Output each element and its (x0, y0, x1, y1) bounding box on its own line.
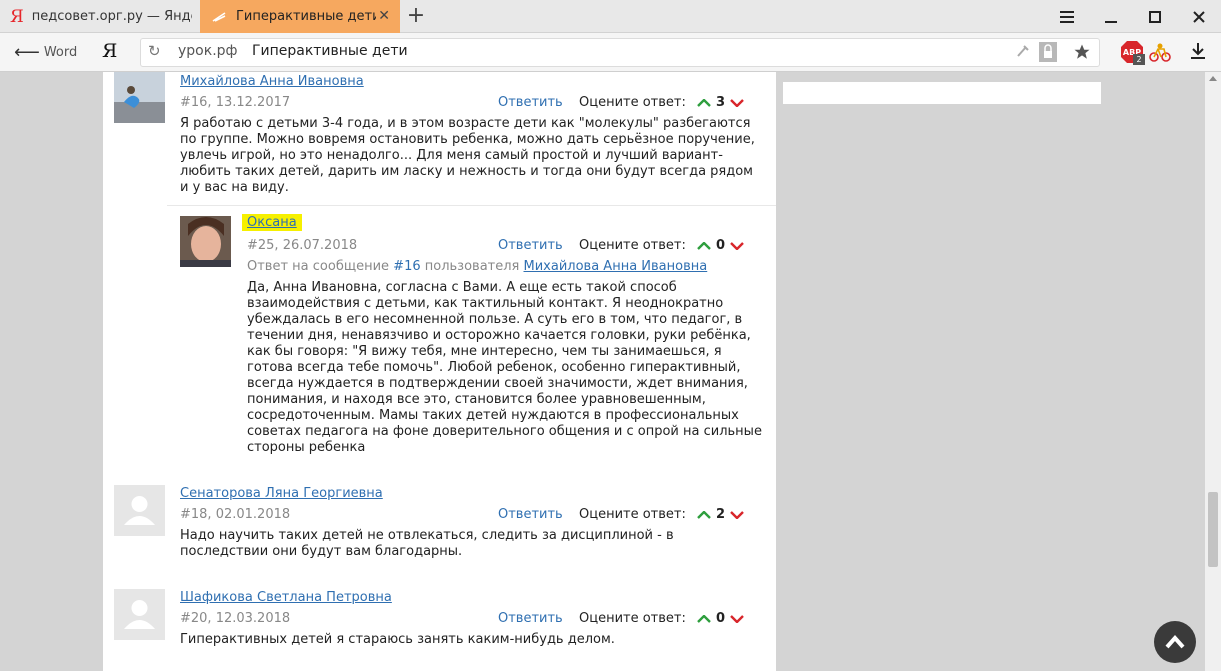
reply-button[interactable]: Ответить (498, 95, 563, 110)
yandex-favicon-icon: Я (10, 6, 24, 27)
user-placeholder-icon (124, 600, 155, 629)
comment-author-link[interactable]: Сенаторова Ляна Георгиевна (180, 486, 383, 501)
tab-label: Гиперактивные дети (236, 9, 376, 24)
comment-author-link[interactable]: Михайлова Анна Ивановна (180, 74, 364, 89)
vote-score: 2 (716, 507, 726, 522)
minimize-icon[interactable] (1089, 0, 1133, 33)
comment-text: Гиперактивных детей я стараюсь занять ка… (180, 632, 615, 647)
vote-score: 0 (716, 238, 726, 253)
scrollbar-thumb[interactable] (1208, 492, 1218, 567)
comment-text: Надо научить таких детей не отвлекаться,… (180, 528, 674, 559)
reply-button[interactable]: Ответить (498, 238, 563, 253)
vote-score: 3 (716, 95, 726, 110)
vote-widget: 3 (697, 95, 744, 110)
comment-text: Да, Анна Ивановна, согласна с Вами. А ещ… (247, 280, 762, 455)
reply-prefix: Ответ на сообщение (247, 259, 394, 274)
maximize-icon[interactable] (1133, 0, 1177, 33)
close-tab-icon[interactable]: ✕ (378, 8, 390, 24)
url-domain: урок.рф (178, 43, 238, 59)
tab-active[interactable]: Гиперактивные дети ✕ (200, 0, 400, 33)
broom-icon[interactable] (1016, 44, 1030, 58)
vote-widget: 0 (697, 611, 744, 626)
vote-widget: 0 (697, 238, 744, 253)
site-favicon-icon (212, 11, 226, 22)
reply-context: Ответ на сообщение #16 пользователя Миха… (247, 259, 707, 274)
tab-pedsovet[interactable]: Я педсовет.орг.ру — Яндекс (0, 0, 198, 33)
avatar[interactable] (114, 589, 165, 640)
author-highlight: Оксана (242, 214, 302, 231)
vote-score: 0 (716, 611, 726, 626)
vote-up-icon[interactable] (697, 614, 711, 623)
reply-button[interactable]: Ответить (498, 507, 563, 522)
comment-author-link[interactable]: Оксана (242, 214, 302, 231)
comment-author-link[interactable]: Шафикова Светлана Петровна (180, 590, 392, 605)
vote-up-icon[interactable] (697, 241, 711, 250)
back-arrow-icon: ⟵ (14, 42, 40, 63)
divider (167, 205, 776, 206)
scroll-up-icon[interactable] (1209, 76, 1217, 81)
yandex-logo[interactable]: Я (102, 40, 117, 62)
page-content: Михайлова Анна Ивановна #16, 13.12.2017 … (0, 72, 1205, 671)
comment-text: Я работаю с детьми 3-4 года, и в этом во… (180, 116, 755, 195)
comment-meta: #20, 12.03.2018 (180, 611, 291, 626)
lock-icon[interactable] (1039, 42, 1057, 62)
rate-label: Оцените ответ: (579, 611, 686, 626)
back-button[interactable]: ⟵ Word (14, 42, 77, 63)
comment-meta: #18, 02.01.2018 (180, 507, 291, 522)
tab-label: педсовет.орг.ру — Яндекс (31, 9, 192, 24)
reply-button[interactable]: Ответить (498, 611, 563, 626)
comment-meta: #16, 13.12.2017 (180, 95, 291, 110)
sidebar-box (783, 82, 1101, 104)
reply-ref-link[interactable]: #16 (393, 259, 420, 274)
vote-down-icon[interactable] (730, 241, 744, 250)
vote-up-icon[interactable] (697, 98, 711, 107)
avatar[interactable] (114, 485, 165, 536)
vote-down-icon[interactable] (730, 510, 744, 519)
user-placeholder-icon (124, 496, 155, 525)
adblock-count-badge: 2 (1133, 54, 1145, 65)
address-bar-row: ⟵ Word Я ↻ урок.рф Гиперактивные дети AB… (0, 33, 1221, 72)
comment-meta: #25, 26.07.2018 (247, 238, 358, 253)
vote-down-icon[interactable] (730, 614, 744, 623)
bookmark-star-icon[interactable] (1073, 43, 1091, 61)
back-label: Word (43, 45, 78, 60)
avatar[interactable] (114, 72, 165, 123)
url-title: Гиперактивные дети (251, 43, 408, 59)
rate-label: Оцените ответ: (579, 238, 686, 253)
reply-user-link[interactable]: Михайлова Анна Ивановна (524, 259, 708, 274)
new-tab-icon[interactable]: + (404, 3, 428, 28)
scroll-to-top-button[interactable] (1154, 621, 1196, 663)
close-window-icon[interactable] (1177, 0, 1221, 33)
rate-label: Оцените ответ: (579, 95, 686, 110)
vote-down-icon[interactable] (730, 98, 744, 107)
reload-icon[interactable]: ↻ (148, 42, 161, 60)
vote-up-icon[interactable] (697, 510, 711, 519)
tab-bar: Я педсовет.орг.ру — Яндекс Гиперактивные… (0, 0, 1221, 33)
url-display[interactable]: урок.рф Гиперактивные дети (178, 43, 408, 59)
vote-widget: 2 (697, 507, 744, 522)
menu-icon[interactable] (1045, 0, 1089, 33)
download-icon[interactable] (1190, 42, 1206, 60)
page-scrollbar[interactable] (1205, 72, 1221, 671)
reply-mid: пользователя (420, 259, 524, 274)
chevron-up-icon (1165, 635, 1185, 649)
rate-label: Оцените ответ: (579, 507, 686, 522)
extension-bike-icon[interactable] (1149, 41, 1171, 63)
avatar[interactable] (180, 216, 231, 267)
